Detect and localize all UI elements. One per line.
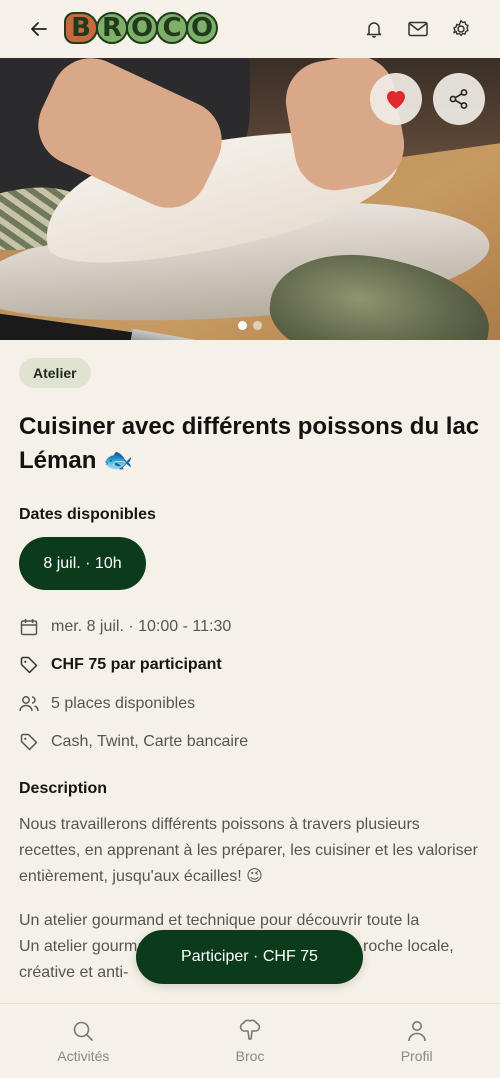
mail-icon[interactable] (403, 14, 433, 44)
payment-text: Cash, Twint, Carte bancaire (51, 733, 249, 750)
broccoli-icon (237, 1018, 263, 1044)
schedule-row: mer. 8 juil. · 10:00 - 11:30 (19, 615, 231, 639)
logo-letter: R (96, 12, 128, 44)
tag-icon (19, 732, 39, 752)
logo-letter: O (186, 12, 218, 44)
places-text: 5 places disponibles (51, 695, 196, 712)
carousel-dots (238, 321, 262, 330)
logo-letter: O (126, 12, 158, 44)
date-option-button[interactable]: 8 juil. · 10h (19, 537, 146, 590)
top-bar: B R O C O (0, 0, 500, 58)
payment-row: Cash, Twint, Carte bancaire (19, 730, 248, 754)
gear-icon[interactable] (446, 14, 476, 44)
users-icon (19, 694, 39, 714)
nav-item-profil[interactable]: Profil (333, 1004, 500, 1078)
heart-icon (387, 91, 405, 109)
search-icon (70, 1018, 96, 1044)
dates-label: Dates disponibles (19, 506, 156, 523)
nav-label: Broc (235, 1048, 265, 1064)
price-row: CHF 75 par participant (19, 653, 222, 677)
hero-image[interactable] (0, 58, 500, 340)
price-text: CHF 75 par participant (51, 656, 222, 673)
description-label: Description (19, 780, 108, 797)
share-icon (449, 89, 468, 109)
logo-letter: B (64, 12, 98, 44)
description-fragment-end: roche locale, (363, 938, 454, 955)
back-arrow-icon[interactable] (24, 14, 54, 44)
logo-letter: C (156, 12, 188, 44)
broco-logo: B R O C O (64, 9, 218, 47)
nav-label: Profil (400, 1048, 433, 1064)
category-badge: Atelier (19, 358, 91, 388)
nav-item-activites[interactable]: Activités (0, 1004, 167, 1078)
event-title: Cuisiner avec différents poissons du lac… (19, 413, 480, 474)
participate-button[interactable]: Participer · CHF 75 (136, 930, 363, 984)
carousel-dot[interactable] (238, 321, 247, 330)
tag-icon (19, 655, 39, 675)
description-fragment-last: créative et anti- (19, 964, 129, 981)
description-paragraph: Nous travaillerons différents poissons à… (19, 816, 478, 885)
bottom-navigation: Activités Broc Profil (0, 1003, 500, 1078)
calendar-icon (19, 617, 39, 637)
user-icon (404, 1018, 430, 1044)
bell-icon[interactable] (359, 14, 389, 44)
schedule-text: mer. 8 juil. · 10:00 - 11:30 (51, 618, 232, 635)
places-row: 5 places disponibles (19, 692, 195, 716)
nav-label: Activités (57, 1048, 110, 1064)
carousel-dot[interactable] (253, 321, 262, 330)
share-button[interactable] (433, 73, 485, 125)
nav-item-broc[interactable]: Broc (167, 1004, 334, 1078)
like-button[interactable] (370, 73, 422, 125)
